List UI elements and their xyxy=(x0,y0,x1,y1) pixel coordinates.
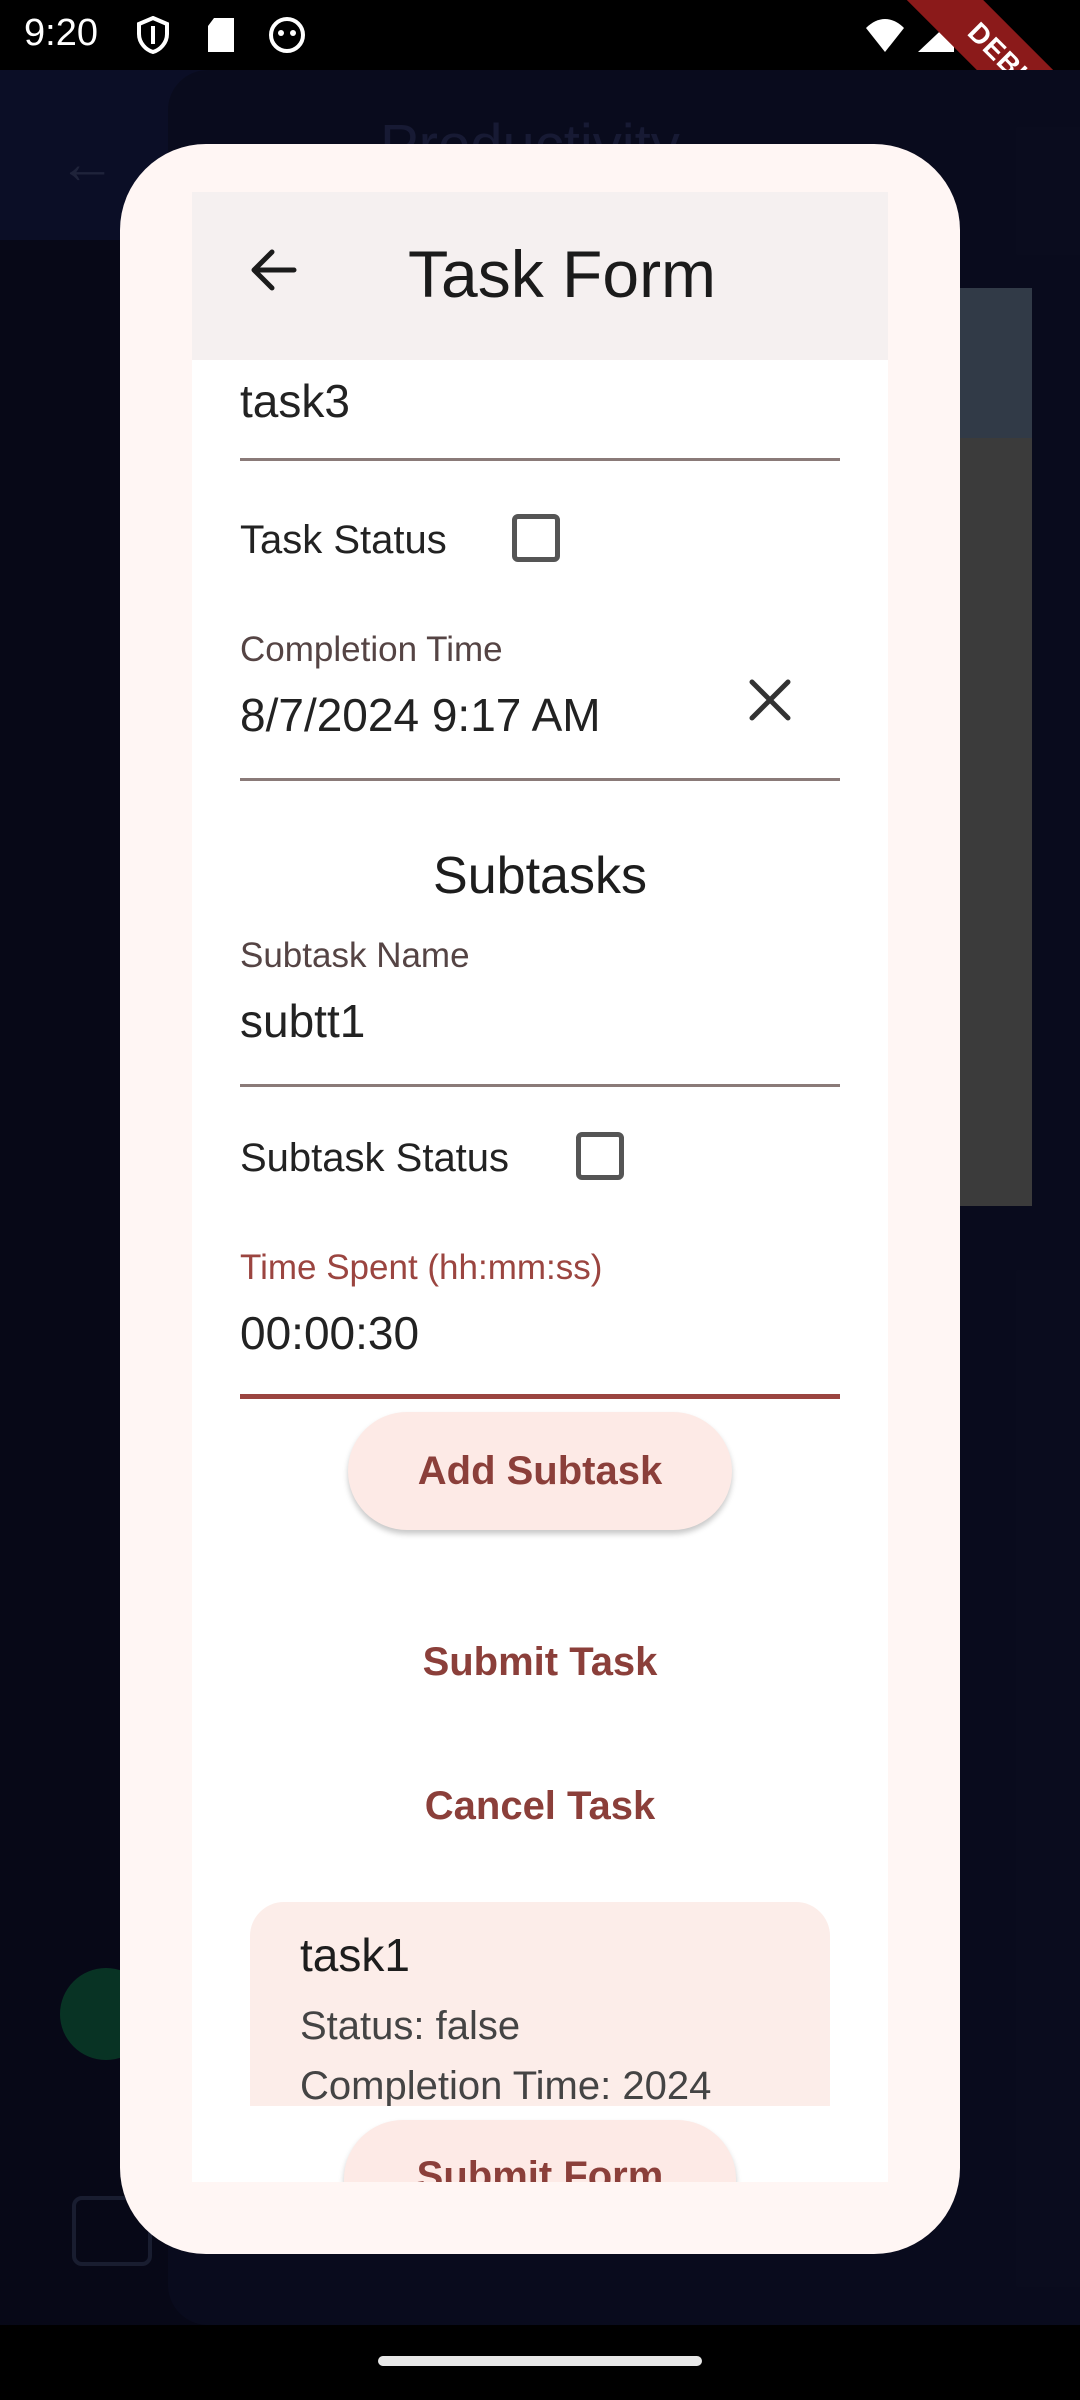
add-subtask-button[interactable]: Add Subtask xyxy=(348,1412,732,1530)
app-notification-icon xyxy=(268,16,305,54)
subtask-status-label: Subtask Status xyxy=(240,1136,510,1180)
subtasks-heading: Subtasks xyxy=(433,847,647,905)
dialog-app-bar: Task Form xyxy=(192,192,888,360)
task-status-label: Task Status xyxy=(240,518,447,562)
time-spent-label: Time Spent (hh:mm:ss) xyxy=(240,1248,603,1287)
task-status-checkbox[interactable] xyxy=(512,514,560,562)
submit-task-button[interactable]: Submit Task xyxy=(192,1640,888,1685)
clock: 9:20 xyxy=(24,12,98,54)
task-name-value: task3 xyxy=(240,375,350,427)
completion-time-value[interactable]: 8/7/2024 9:17 AM xyxy=(240,688,601,742)
time-spent-underline-focused xyxy=(240,1394,840,1399)
task-card-title: task1 xyxy=(300,1929,410,1981)
task-card-completion: Completion Time: 2024 xyxy=(300,2064,712,2108)
shield-icon xyxy=(136,15,170,55)
sd-card-icon xyxy=(204,16,238,54)
task-name-underline xyxy=(240,458,840,461)
home-indicator[interactable] xyxy=(378,2356,702,2366)
completion-time-underline xyxy=(240,778,840,781)
subtask-name-label: Subtask Name xyxy=(240,936,470,975)
task-card-status: Status: false xyxy=(300,2004,521,2048)
back-arrow-icon[interactable] xyxy=(244,240,304,300)
task-name-field[interactable]: task3 xyxy=(240,374,840,474)
cancel-task-button[interactable]: Cancel Task xyxy=(192,1784,888,1829)
clear-completion-time-icon[interactable] xyxy=(742,672,798,728)
subtask-status-checkbox[interactable] xyxy=(576,1132,624,1180)
task-form-content: Task Form task3 Task Status Completion T… xyxy=(192,192,888,2182)
subtask-name-underline xyxy=(240,1084,840,1087)
time-spent-value[interactable]: 00:00:30 xyxy=(240,1306,419,1360)
dialog-title: Task Form xyxy=(408,237,717,311)
completion-time-label: Completion Time xyxy=(240,630,503,669)
subtask-name-value[interactable]: subtt1 xyxy=(240,994,365,1048)
submit-form-button[interactable]: Submit Form xyxy=(344,2120,736,2182)
